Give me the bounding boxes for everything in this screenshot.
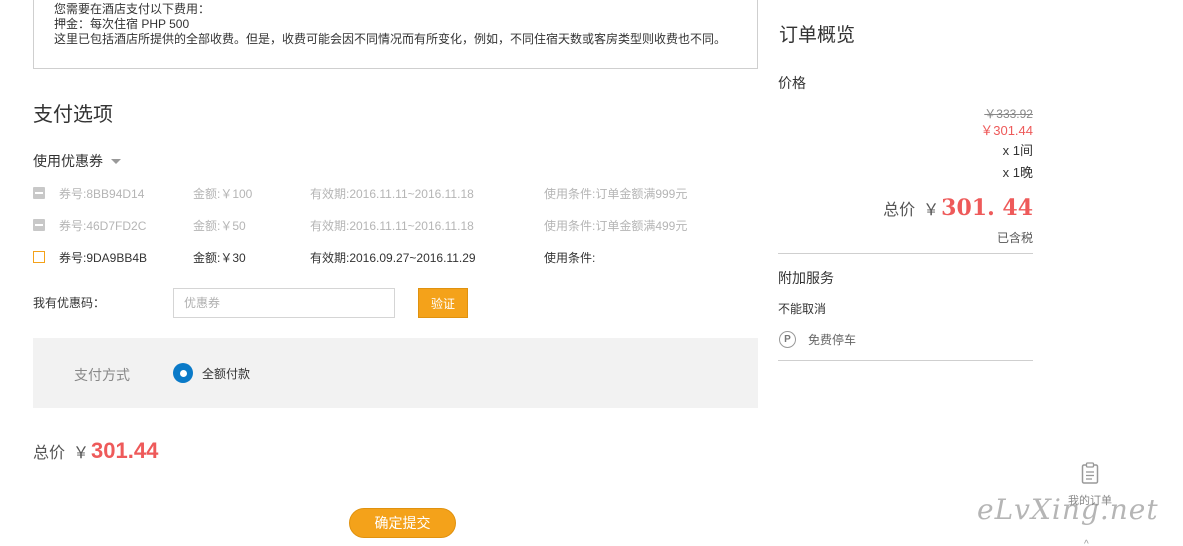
room-count: x 1间	[1002, 143, 1033, 158]
fee-notice-deposit: 押金：每次住宿 PHP 500	[54, 17, 190, 31]
coupon-code: 券号:46D7FD2C	[59, 218, 147, 233]
total-price-value: 301.44	[91, 438, 159, 463]
coupon-checkbox[interactable]	[33, 251, 45, 263]
use-coupon-label: 使用优惠券	[33, 153, 103, 169]
use-coupon-toggle[interactable]: 使用优惠券	[33, 151, 121, 171]
night-count: x 1晚	[1002, 165, 1033, 180]
coupon-row[interactable]: 券号:9DA9BB4B 金额:￥30 有效期:2016.09.27~2016.1…	[33, 247, 733, 267]
currency-symbol: ￥	[73, 445, 90, 462]
currency-symbol: ￥	[923, 202, 940, 219]
no-cancel-policy: 不能取消	[778, 302, 827, 316]
extra-services-title: 附加服务	[778, 270, 834, 286]
caret-down-icon	[111, 158, 121, 164]
coupon-row: 券号:8BB94D14 金额:￥100 有效期:2016.11.11~2016.…	[33, 183, 733, 203]
coupon-condition: 使用条件:	[544, 250, 596, 265]
coupon-amount: 金额:￥50	[193, 218, 246, 233]
free-parking: P 免费停车	[779, 331, 856, 348]
full-payment-radio[interactable]	[173, 363, 193, 383]
coupon-row: 券号:46D7FD2C 金额:￥50 有效期:2016.11.11~2016.1…	[33, 215, 733, 235]
chevron-up-icon[interactable]: ^	[1084, 539, 1089, 546]
coupon-code: 券号:9DA9BB4B	[59, 250, 148, 265]
confirm-submit-button[interactable]: 确定提交	[349, 508, 456, 538]
price-label: 价格	[778, 75, 806, 91]
total-price: 总价 ￥ 301.44	[33, 438, 158, 464]
tax-included-note: 已含税	[996, 231, 1033, 245]
summary-total-value: 301. 44	[941, 195, 1033, 221]
payment-method-label: 支付方式	[74, 367, 130, 383]
payment-options-title: 支付选项	[33, 104, 113, 126]
order-summary-title: 订单概览	[779, 25, 856, 46]
promo-code-label: 我有优惠码：	[33, 296, 106, 310]
coupon-condition: 使用条件:订单金额满999元	[544, 186, 688, 201]
payment-method-panel: 支付方式 全额付款	[33, 338, 758, 408]
summary-total-label: 总价	[883, 202, 916, 219]
site-watermark: eLvXing.net	[977, 493, 1159, 526]
coupon-validity: 有效期:2016.11.11~2016.11.18	[310, 186, 474, 201]
clipboard-icon	[1081, 462, 1099, 484]
coupon-validity: 有效期:2016.09.27~2016.11.29	[310, 250, 476, 265]
summary-divider	[778, 253, 1033, 254]
coupon-amount: 金额:￥30	[193, 250, 246, 265]
summary-total: 总价 ￥ 301. 44	[778, 195, 1033, 221]
hotel-fee-notice: 您需要在酒店支付以下费用： 押金：每次住宿 PHP 500 这里已包括酒店所提供…	[33, 0, 758, 69]
promo-code-input[interactable]	[173, 288, 395, 318]
coupon-disabled-checkbox-icon	[33, 187, 45, 199]
fee-notice-line: 您需要在酒店支付以下费用：	[54, 2, 211, 16]
coupon-disabled-checkbox-icon	[33, 219, 45, 231]
coupon-code: 券号:8BB94D14	[59, 186, 145, 201]
verify-button[interactable]: 验证	[418, 288, 468, 318]
fee-notice-line: 这里已包括酒店所提供的全部收费。但是，收费可能会因不同情况而有所变化，例如，不同…	[54, 32, 727, 46]
discounted-price: ￥301.44	[980, 123, 1033, 138]
coupon-amount: 金额:￥100	[193, 186, 253, 201]
coupon-validity: 有效期:2016.11.11~2016.11.18	[310, 218, 474, 233]
summary-divider	[778, 360, 1033, 361]
parking-icon: P	[779, 331, 796, 348]
full-payment-label[interactable]: 全额付款	[202, 365, 250, 382]
coupon-condition: 使用条件:订单金额满499元	[544, 218, 688, 233]
free-parking-label: 免费停车	[808, 333, 857, 347]
total-price-label: 总价	[33, 445, 66, 462]
